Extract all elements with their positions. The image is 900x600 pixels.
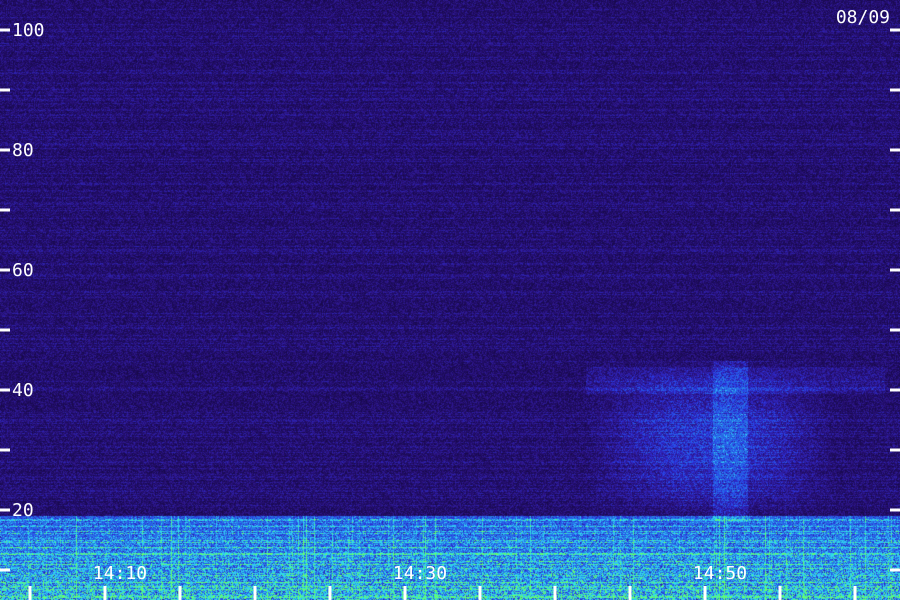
axis-overlay: 20 40 60 80 100 14:10 14:30 14:50 08/09 xyxy=(0,7,900,600)
y-axis: 20 40 60 80 100 xyxy=(0,20,900,572)
x-tick-label: 14:30 xyxy=(393,563,447,584)
date-label: 08/09 xyxy=(836,7,890,28)
y-tick-label: 80 xyxy=(12,140,34,161)
x-tick-label: 14:50 xyxy=(693,563,747,584)
spectrogram-chart: 20 40 60 80 100 14:10 14:30 14:50 08/09 xyxy=(0,0,900,600)
y-tick-label: 100 xyxy=(12,20,45,41)
x-tick-label: 14:10 xyxy=(93,563,147,584)
y-tick-label: 60 xyxy=(12,260,34,281)
y-tick-label: 40 xyxy=(12,380,34,401)
x-axis: 14:10 14:30 14:50 xyxy=(28,563,857,600)
y-tick-label: 20 xyxy=(12,500,34,521)
